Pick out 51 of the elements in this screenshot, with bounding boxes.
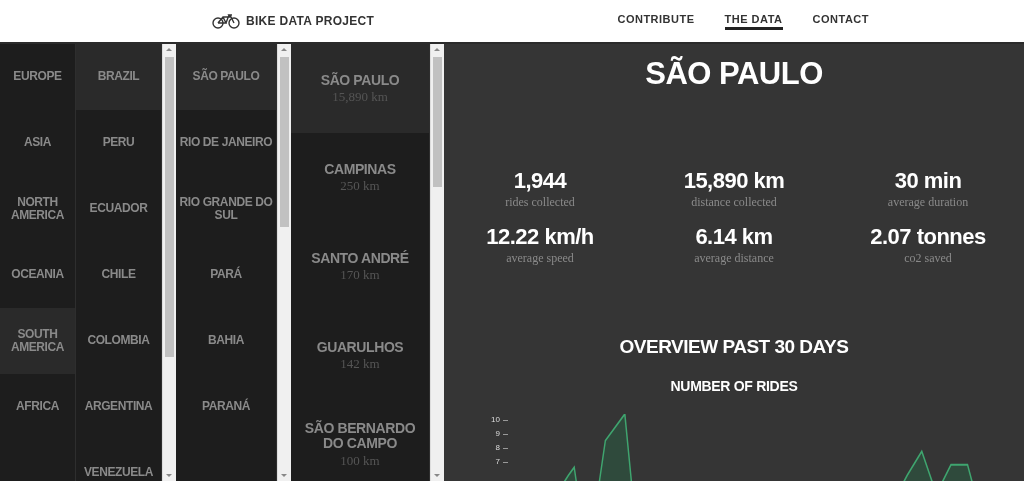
stat-label: distance collected <box>691 195 777 210</box>
state-item[interactable]: PARANÁ <box>176 374 276 440</box>
chart-title: NUMBER OF RIDES <box>670 378 798 394</box>
country-item[interactable]: PERU <box>76 110 161 176</box>
continent-item[interactable]: AFRICA <box>0 374 75 440</box>
continent-item[interactable]: ASIA <box>0 110 75 176</box>
state-item[interactable]: SÃO PAULO <box>176 44 276 110</box>
scrollbar[interactable] <box>430 44 444 481</box>
country-item[interactable]: ARGENTINA <box>76 374 161 440</box>
city-title: SÃO PAULO <box>645 56 823 92</box>
country-item[interactable]: ECUADOR <box>76 176 161 242</box>
continent-item[interactable]: EUROPE <box>0 44 75 110</box>
stat-value: 2.07 tonnes <box>870 224 986 250</box>
state-item[interactable]: RIO DE JANEIRO <box>176 110 276 176</box>
city-name: SÃO PAULO <box>320 72 400 89</box>
country-item[interactable]: CHILE <box>76 242 161 308</box>
logo-text: BIKE DATA PROJECT <box>246 14 375 28</box>
state-item[interactable]: RIO GRANDE DO SUL <box>176 176 276 242</box>
stat-value: 6.14 km <box>695 224 773 250</box>
stat-label: average duration <box>887 195 969 210</box>
section-title: OVERVIEW PAST 30 DAYS <box>619 336 849 358</box>
state-item[interactable]: PARÁ <box>176 242 276 308</box>
axis-tick-label: 9 <box>495 428 500 440</box>
axis-tick-label: 7 <box>495 456 500 468</box>
stat-label: average speed <box>506 251 574 266</box>
city-name: SANTO ANDRÉ <box>311 250 409 267</box>
state-item[interactable]: BAHIA <box>176 308 276 374</box>
stat-value: 12.22 km/h <box>486 224 594 250</box>
stat-label: co2 saved <box>904 251 952 266</box>
nav-link[interactable]: CONTACT <box>812 12 869 30</box>
continent-item[interactable]: SOUTH AMERICA <box>0 308 75 374</box>
city-name: GUARULHOS <box>316 339 404 356</box>
axis-tick-label: 10 <box>491 414 500 426</box>
country-item[interactable]: VENEZUELA <box>76 440 161 481</box>
stat-label: rides collected <box>505 195 575 210</box>
nav-link[interactable]: THE DATA <box>724 12 783 30</box>
country-item[interactable]: COLOMBIA <box>76 308 161 374</box>
nav-link[interactable]: CONTRIBUTE <box>617 12 695 30</box>
axis-tick-label: 8 <box>495 442 500 454</box>
stat-label: average distance <box>694 251 774 266</box>
stat-value: 15,890 km <box>683 168 785 194</box>
city-name: SÃO BERNARDO DO CAMPO <box>303 420 417 452</box>
scrollbar[interactable] <box>277 44 291 481</box>
country-item[interactable]: BRAZIL <box>76 44 161 110</box>
bicycle-icon <box>212 13 240 29</box>
continent-item[interactable]: NORTH AMERICA <box>0 176 75 242</box>
stat-value: 30 min <box>894 168 962 194</box>
stat-value: 1,944 <box>513 168 567 194</box>
scrollbar[interactable] <box>162 44 176 481</box>
city-name: CAMPINAS <box>324 161 396 178</box>
continent-item[interactable]: OCEANIA <box>0 242 75 308</box>
